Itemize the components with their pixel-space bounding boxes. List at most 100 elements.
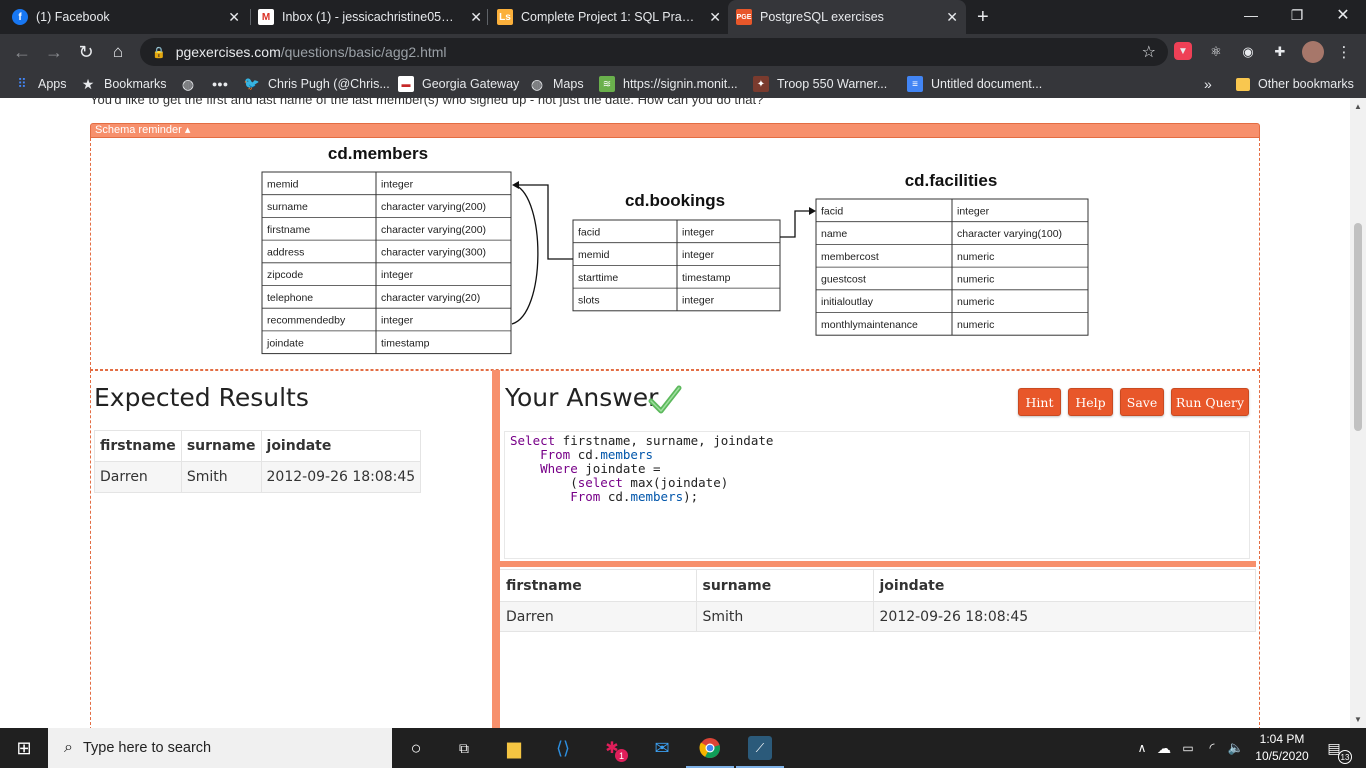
horizontal-splitter-handle[interactable] (500, 561, 1256, 567)
tab-title: Complete Project 1: SQL Practice (521, 10, 697, 24)
close-tab-icon[interactable]: ✕ (709, 9, 721, 26)
minimize-icon[interactable]: — (1228, 0, 1274, 30)
column-header: firstname (500, 569, 697, 602)
menu-kebab-icon[interactable]: ⋮ (1334, 42, 1354, 62)
bookmark-georgia-gateway[interactable]: ▬ Georgia Gateway (398, 76, 519, 92)
address-bar[interactable]: 🔒 pgexercises.com/questions/basic/agg2.h… (140, 38, 1168, 66)
notification-badge: 1 (615, 749, 628, 762)
schema-reminder-toggle[interactable]: Schema reminder ▴ (90, 123, 1260, 138)
save-button[interactable]: Save (1120, 388, 1164, 416)
volume-icon[interactable]: 🔈 (1224, 736, 1248, 760)
schema-column-type: integer (682, 294, 715, 306)
tab-project[interactable]: Ls Complete Project 1: SQL Practice ✕ (497, 0, 729, 34)
tab-pgexercises[interactable]: PGE PostgreSQL exercises ✕ (728, 0, 966, 34)
bookmark-star-icon[interactable]: ☆ (1142, 42, 1156, 62)
twitter-icon: 🐦 (243, 76, 261, 91)
new-tab-button[interactable]: + (977, 0, 997, 34)
scroll-up-icon[interactable]: ▲ (1354, 102, 1362, 111)
bookmark-troop[interactable]: ✦ Troop 550 Warner... (753, 76, 887, 92)
bookmark-apps[interactable]: ⠿ Apps (14, 76, 67, 92)
home-icon[interactable]: ⌂ (106, 40, 130, 64)
bookmark-bookmarks[interactable]: ★ Bookmarks (80, 76, 167, 92)
browser-toolbar: ← → ↻ ⌂ 🔒 pgexercises.com/questions/basi… (0, 34, 1366, 70)
bookmark-globe[interactable]: ◍ (180, 76, 204, 92)
bookmark-label: Bookmarks (104, 77, 167, 91)
schema-column-type: character varying(200) (381, 224, 486, 236)
mail-icon[interactable]: ✉ (650, 736, 674, 760)
bookmark-maps[interactable]: ◍ Maps (529, 76, 584, 92)
georgia-gateway-icon: ▬ (398, 76, 414, 92)
bookmark-label: Troop 550 Warner... (777, 77, 888, 91)
close-tab-icon[interactable]: ✕ (470, 9, 482, 26)
globe-icon: ◍ (181, 75, 195, 92)
bookmark-label: Apps (38, 77, 67, 91)
record-extension-icon[interactable]: ◉ (1238, 42, 1258, 62)
schema-column-type: numeric (957, 251, 994, 263)
schema-column-type: integer (381, 178, 414, 190)
schema-column-name: name (821, 228, 847, 240)
bookmark-people[interactable]: ●●● (212, 76, 236, 92)
correct-checkmark-icon (648, 385, 682, 414)
windows-start-icon[interactable]: ⊞ (12, 736, 36, 760)
column-header: surname (180, 430, 262, 462)
slack-icon[interactable]: ✱ 1 (600, 736, 628, 762)
people-icon: ●●● (211, 79, 229, 89)
table-cell: Smith (696, 601, 874, 632)
sql-query-editor[interactable]: Select firstname, surname, joindate From… (504, 431, 1250, 559)
other-bookmarks[interactable]: Other bookmarks (1236, 76, 1354, 92)
battery-icon[interactable]: ▭ (1176, 736, 1200, 760)
pocket-extension-icon[interactable]: ▼ (1174, 42, 1192, 60)
schema-column-type: numeric (957, 296, 994, 308)
cortana-icon[interactable]: ○ (404, 736, 428, 760)
profile-avatar[interactable] (1302, 41, 1324, 63)
hint-button[interactable]: Hint (1018, 388, 1061, 416)
vscode-icon[interactable]: ⟨⟩ (551, 736, 575, 760)
file-explorer-icon[interactable]: ▆ (502, 736, 526, 760)
forward-icon[interactable]: → (42, 40, 66, 64)
wifi-status-icon[interactable]: ◜ (1200, 736, 1224, 760)
scrollbar-thumb[interactable] (1354, 223, 1362, 431)
schema-column-name: memid (578, 249, 610, 261)
page-scrollbar[interactable]: ▲ ▼ (1350, 98, 1366, 728)
react-extension-icon[interactable]: ⚛ (1206, 42, 1226, 62)
restore-icon[interactable]: ❐ (1274, 0, 1320, 30)
apps-grid-icon: ⠿ (17, 76, 27, 91)
page-content: You'd like to get the first and last nam… (0, 98, 1350, 728)
action-center-icon[interactable]: ▤ 13 (1322, 736, 1352, 764)
bookmark-untitled-doc[interactable]: ≡ Untitled document... (907, 76, 1042, 92)
reload-icon[interactable]: ↻ (74, 40, 98, 64)
table-header-row: firstname surname joindate (94, 430, 422, 462)
lock-icon: 🔒 (152, 46, 166, 59)
help-button[interactable]: Help (1068, 388, 1113, 416)
close-tab-icon[interactable]: ✕ (228, 9, 240, 26)
extensions-puzzle-icon[interactable]: ✚ (1270, 42, 1290, 62)
tab-gmail[interactable]: M Inbox (1) - jessicachristine0506@ ✕ (258, 0, 490, 34)
bookmarks-overflow-button[interactable]: » (1204, 76, 1212, 92)
schema-column-type: timestamp (682, 272, 731, 284)
system-clock[interactable]: 1:04 PM 10/5/2020 (1252, 731, 1312, 765)
clock-date: 10/5/2020 (1255, 749, 1309, 763)
vertical-splitter-handle[interactable] (492, 370, 500, 728)
url-path: /questions/basic/agg2.html (280, 44, 447, 60)
close-tab-icon[interactable]: ✕ (946, 9, 958, 26)
taskbar-search-box[interactable]: ⌕ Type here to search (48, 728, 392, 768)
bookmarks-bar: ⠿ Apps ★ Bookmarks ◍ ●●● 🐦 Chris Pugh (@… (0, 70, 1366, 98)
arrowhead (512, 181, 519, 189)
show-hidden-icons-chevron[interactable]: ∧ (1130, 736, 1154, 760)
facilities-table-title: cd.facilities (905, 171, 998, 190)
chrome-icon[interactable] (686, 736, 734, 768)
close-window-icon[interactable]: ✕ (1320, 0, 1366, 30)
scroll-down-icon[interactable]: ▼ (1354, 715, 1362, 724)
back-icon[interactable]: ← (10, 40, 34, 64)
task-view-icon[interactable]: ⧉ (452, 736, 476, 760)
tab-facebook[interactable]: f (1) Facebook ✕ (12, 0, 248, 34)
run-query-button[interactable]: Run Query (1171, 388, 1249, 416)
bookings-table-title: cd.bookings (625, 191, 725, 210)
table-cell: Darren (500, 601, 697, 632)
pgadmin-icon[interactable]: ⟋ (736, 736, 784, 768)
schema-column-name: membercost (821, 251, 879, 263)
onedrive-icon[interactable]: ☁ (1152, 736, 1176, 760)
bookmark-monit[interactable]: ≋ https://signin.monit... (599, 76, 738, 92)
bookmark-twitter[interactable]: 🐦 Chris Pugh (@Chris... (244, 76, 390, 92)
pge-icon: PGE (736, 9, 752, 25)
